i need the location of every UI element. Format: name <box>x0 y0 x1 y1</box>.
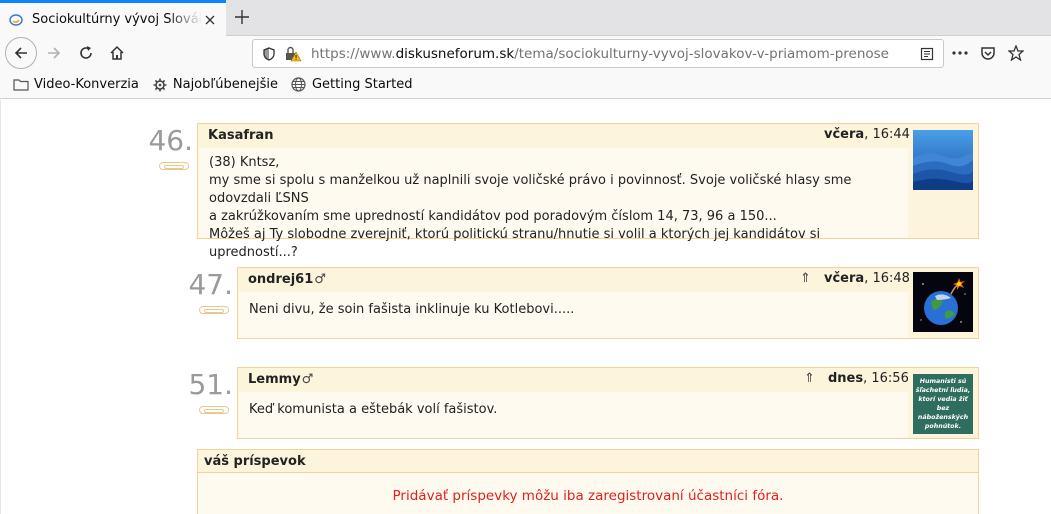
forward-arrow-icon <box>48 47 61 59</box>
home-icon <box>110 45 124 60</box>
page-actions-button[interactable] <box>946 39 974 67</box>
pocket-icon <box>981 47 995 60</box>
male-symbol-icon: ♂ <box>301 371 314 387</box>
new-tab-button[interactable] <box>228 0 256 33</box>
compose-title: váš príspevok <box>204 454 306 469</box>
post-header: Lemmy ♂ <box>238 368 323 390</box>
back-arrow-icon <box>14 47 27 59</box>
paperclip-icon <box>199 406 229 414</box>
bookmark-getting-started[interactable]: Getting Started <box>290 77 413 93</box>
post-author[interactable]: Kasafran <box>208 128 273 143</box>
post-timestamp: včera, 16:44 <box>824 127 910 142</box>
bookmark-video-konverzia[interactable]: Video-Konverzia <box>12 77 139 93</box>
compose-box: váš príspevok Pridávať príspevky môžu ib… <box>197 449 979 514</box>
pocket-button[interactable] <box>974 39 1002 67</box>
post-46: Kasafran včera, 16:44 (38) Kntsz, my sme… <box>197 123 979 260</box>
post-body: Keď komunista a eštebák volí fašistov. <box>239 392 908 438</box>
post-47: ondrej61 ♂ ⇑ včera, 16:48 Neni divu, že s… <box>237 267 979 339</box>
forward-button[interactable] <box>40 39 68 67</box>
registration-required-message: Pridávať príspevky môžu iba zaregistrova… <box>392 488 784 504</box>
paperclip-icon <box>199 306 229 314</box>
reader-view-icon[interactable] <box>917 44 937 64</box>
navigation-toolbar: https://www.diskusneforum.sk/tema/sociok… <box>0 36 1051 71</box>
url-text[interactable]: https://www.diskusneforum.sk/tema/sociok… <box>307 46 917 62</box>
tracking-shield-icon[interactable] <box>259 44 279 64</box>
earth-bomb-avatar[interactable] <box>913 272 973 332</box>
male-symbol-icon: ♂ <box>314 271 326 287</box>
post-timestamp: dnes, 16:56 <box>828 371 909 386</box>
post-body: Neni divu, že soin fašista inklinuje ku … <box>239 292 908 338</box>
reply-to-arrow-icon[interactable]: ⇑ <box>804 371 815 386</box>
address-bar[interactable]: https://www.diskusneforum.sk/tema/sociok… <box>252 39 944 68</box>
post-body: (38) Kntsz, my sme si spolu s manželkou … <box>199 148 908 260</box>
post-header: ondrej61 ♂ <box>238 268 336 290</box>
site-favicon-icon <box>8 12 24 28</box>
active-tab[interactable]: Sociokultúrny vývoj Slovákov v priamom p… <box>0 0 226 36</box>
insecure-lock-icon[interactable] <box>283 44 303 64</box>
mountains-avatar[interactable] <box>913 130 973 190</box>
post-51: Lemmy ♂ ⇑ dnes, 16:56 Keď komunista a ešt… <box>237 367 979 439</box>
close-tab-icon[interactable] <box>202 12 218 28</box>
post-number[interactable]: 47. <box>153 268 233 301</box>
humanist-avatar[interactable]: Humanisti sú šľachetní ľudia, ktorí vedi… <box>913 374 973 434</box>
page-content: 46. Kasafran včera, 16:44 (38) Kntsz, my… <box>0 100 1051 514</box>
post-author[interactable]: ondrej61 <box>248 272 313 287</box>
bookmarks-toolbar: Video-Konverzia Najobľúbenejšie Getting … <box>0 71 1051 99</box>
home-button[interactable] <box>103 39 131 67</box>
post-timestamp: včera, 16:48 <box>824 271 910 286</box>
tab-title: Sociokultúrny vývoj Slovákov v priamom p… <box>32 12 202 27</box>
star-icon <box>1008 45 1024 61</box>
bookmark-star-button[interactable] <box>1002 39 1030 67</box>
reload-icon <box>80 46 92 59</box>
back-button[interactable] <box>5 37 37 69</box>
folder-icon <box>12 77 30 93</box>
gear-icon <box>151 77 169 93</box>
toolbar-actions <box>946 39 1030 67</box>
post-number[interactable]: 51. <box>153 368 233 401</box>
bookmark-najoblubenejsie[interactable]: Najobľúbenejšie <box>151 77 278 93</box>
globe-icon <box>290 77 308 93</box>
compose-body: Pridávať príspevky môžu iba zaregistrova… <box>198 472 978 514</box>
tab-strip: Sociokultúrny vývoj Slovákov v priamom p… <box>0 0 1051 36</box>
post-number[interactable]: 46. <box>113 124 193 157</box>
post-author[interactable]: Lemmy <box>248 372 301 387</box>
paperclip-icon <box>159 162 189 170</box>
more-dots-icon <box>952 51 968 55</box>
reload-button[interactable] <box>72 39 100 67</box>
reply-to-arrow-icon[interactable]: ⇑ <box>800 271 811 286</box>
post-header: Kasafran <box>198 124 283 146</box>
